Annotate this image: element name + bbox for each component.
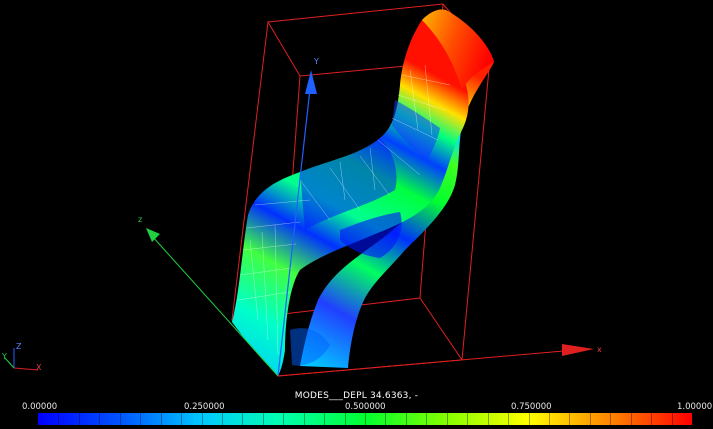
colorbar-tick-3: 0.750000 xyxy=(511,402,552,412)
colorbar-tick-2: 0.500000 xyxy=(345,402,386,412)
colorbar-segment xyxy=(181,413,183,425)
axis-arrow-icon xyxy=(562,344,594,356)
triad-y-label: Y xyxy=(2,352,7,361)
colorbar-segment xyxy=(140,413,142,425)
colorbar-segment xyxy=(569,413,571,425)
axis-arrow-icon xyxy=(146,228,160,242)
colorbar-segment xyxy=(160,413,162,425)
colorbar-segment xyxy=(262,413,264,425)
colorbar-segment xyxy=(589,413,591,425)
colorbar-segment xyxy=(303,413,305,425)
colorbar-segment xyxy=(426,413,428,425)
triad-icon xyxy=(4,348,39,371)
colorbar-segment xyxy=(78,413,80,425)
triad-z-label: Z xyxy=(16,342,22,351)
colorbar-tick-0: 0.00000 xyxy=(22,402,58,412)
colorbar-segment xyxy=(58,413,60,425)
colorbar-segment xyxy=(385,413,387,425)
mode-shape-scene[interactable]: Y z x xyxy=(0,0,713,390)
colorbar-segment xyxy=(405,413,407,425)
colorbar-segment xyxy=(651,413,653,425)
3d-viewport[interactable]: Y z x Z Y X MODES___DEPL 34.6363, - 0.00… xyxy=(0,0,713,429)
colorbar xyxy=(38,413,692,425)
colorbar-segment xyxy=(365,413,366,425)
colorbar-segment xyxy=(324,413,326,425)
colorbar-segment xyxy=(671,413,673,425)
orientation-triad[interactable]: Z Y X xyxy=(0,338,50,378)
colorbar-segment xyxy=(119,413,121,425)
colorbar-segment xyxy=(344,413,346,425)
axis-z-label: z xyxy=(138,215,142,224)
colorbar-segment xyxy=(221,413,223,425)
colorbar-segment xyxy=(99,413,101,425)
axis-x-label: x xyxy=(597,345,602,354)
deformed-mesh[interactable] xyxy=(232,9,494,377)
colorbar-segment xyxy=(508,413,510,425)
colorbar-segment xyxy=(242,413,244,425)
colorbar-segment xyxy=(467,413,469,425)
colorbar-segment xyxy=(201,413,203,425)
colorbar-segment xyxy=(630,413,632,425)
colorbar-title: MODES___DEPL 34.6363, - xyxy=(294,391,419,401)
colorbar-segment xyxy=(610,413,612,425)
triad-x-label: X xyxy=(36,363,42,372)
colorbar-segment xyxy=(283,413,285,425)
colorbar-segment xyxy=(487,413,489,425)
colorbar-segment xyxy=(446,413,448,425)
colorbar-segment xyxy=(548,413,550,425)
axis-arrow-icon xyxy=(305,70,317,94)
colorbar-segment xyxy=(528,413,530,425)
axis-y-label: Y xyxy=(313,57,319,66)
colorbar-tick-1: 0.250000 xyxy=(184,402,225,412)
colorbar-tick-4: 1.00000 xyxy=(677,402,713,412)
